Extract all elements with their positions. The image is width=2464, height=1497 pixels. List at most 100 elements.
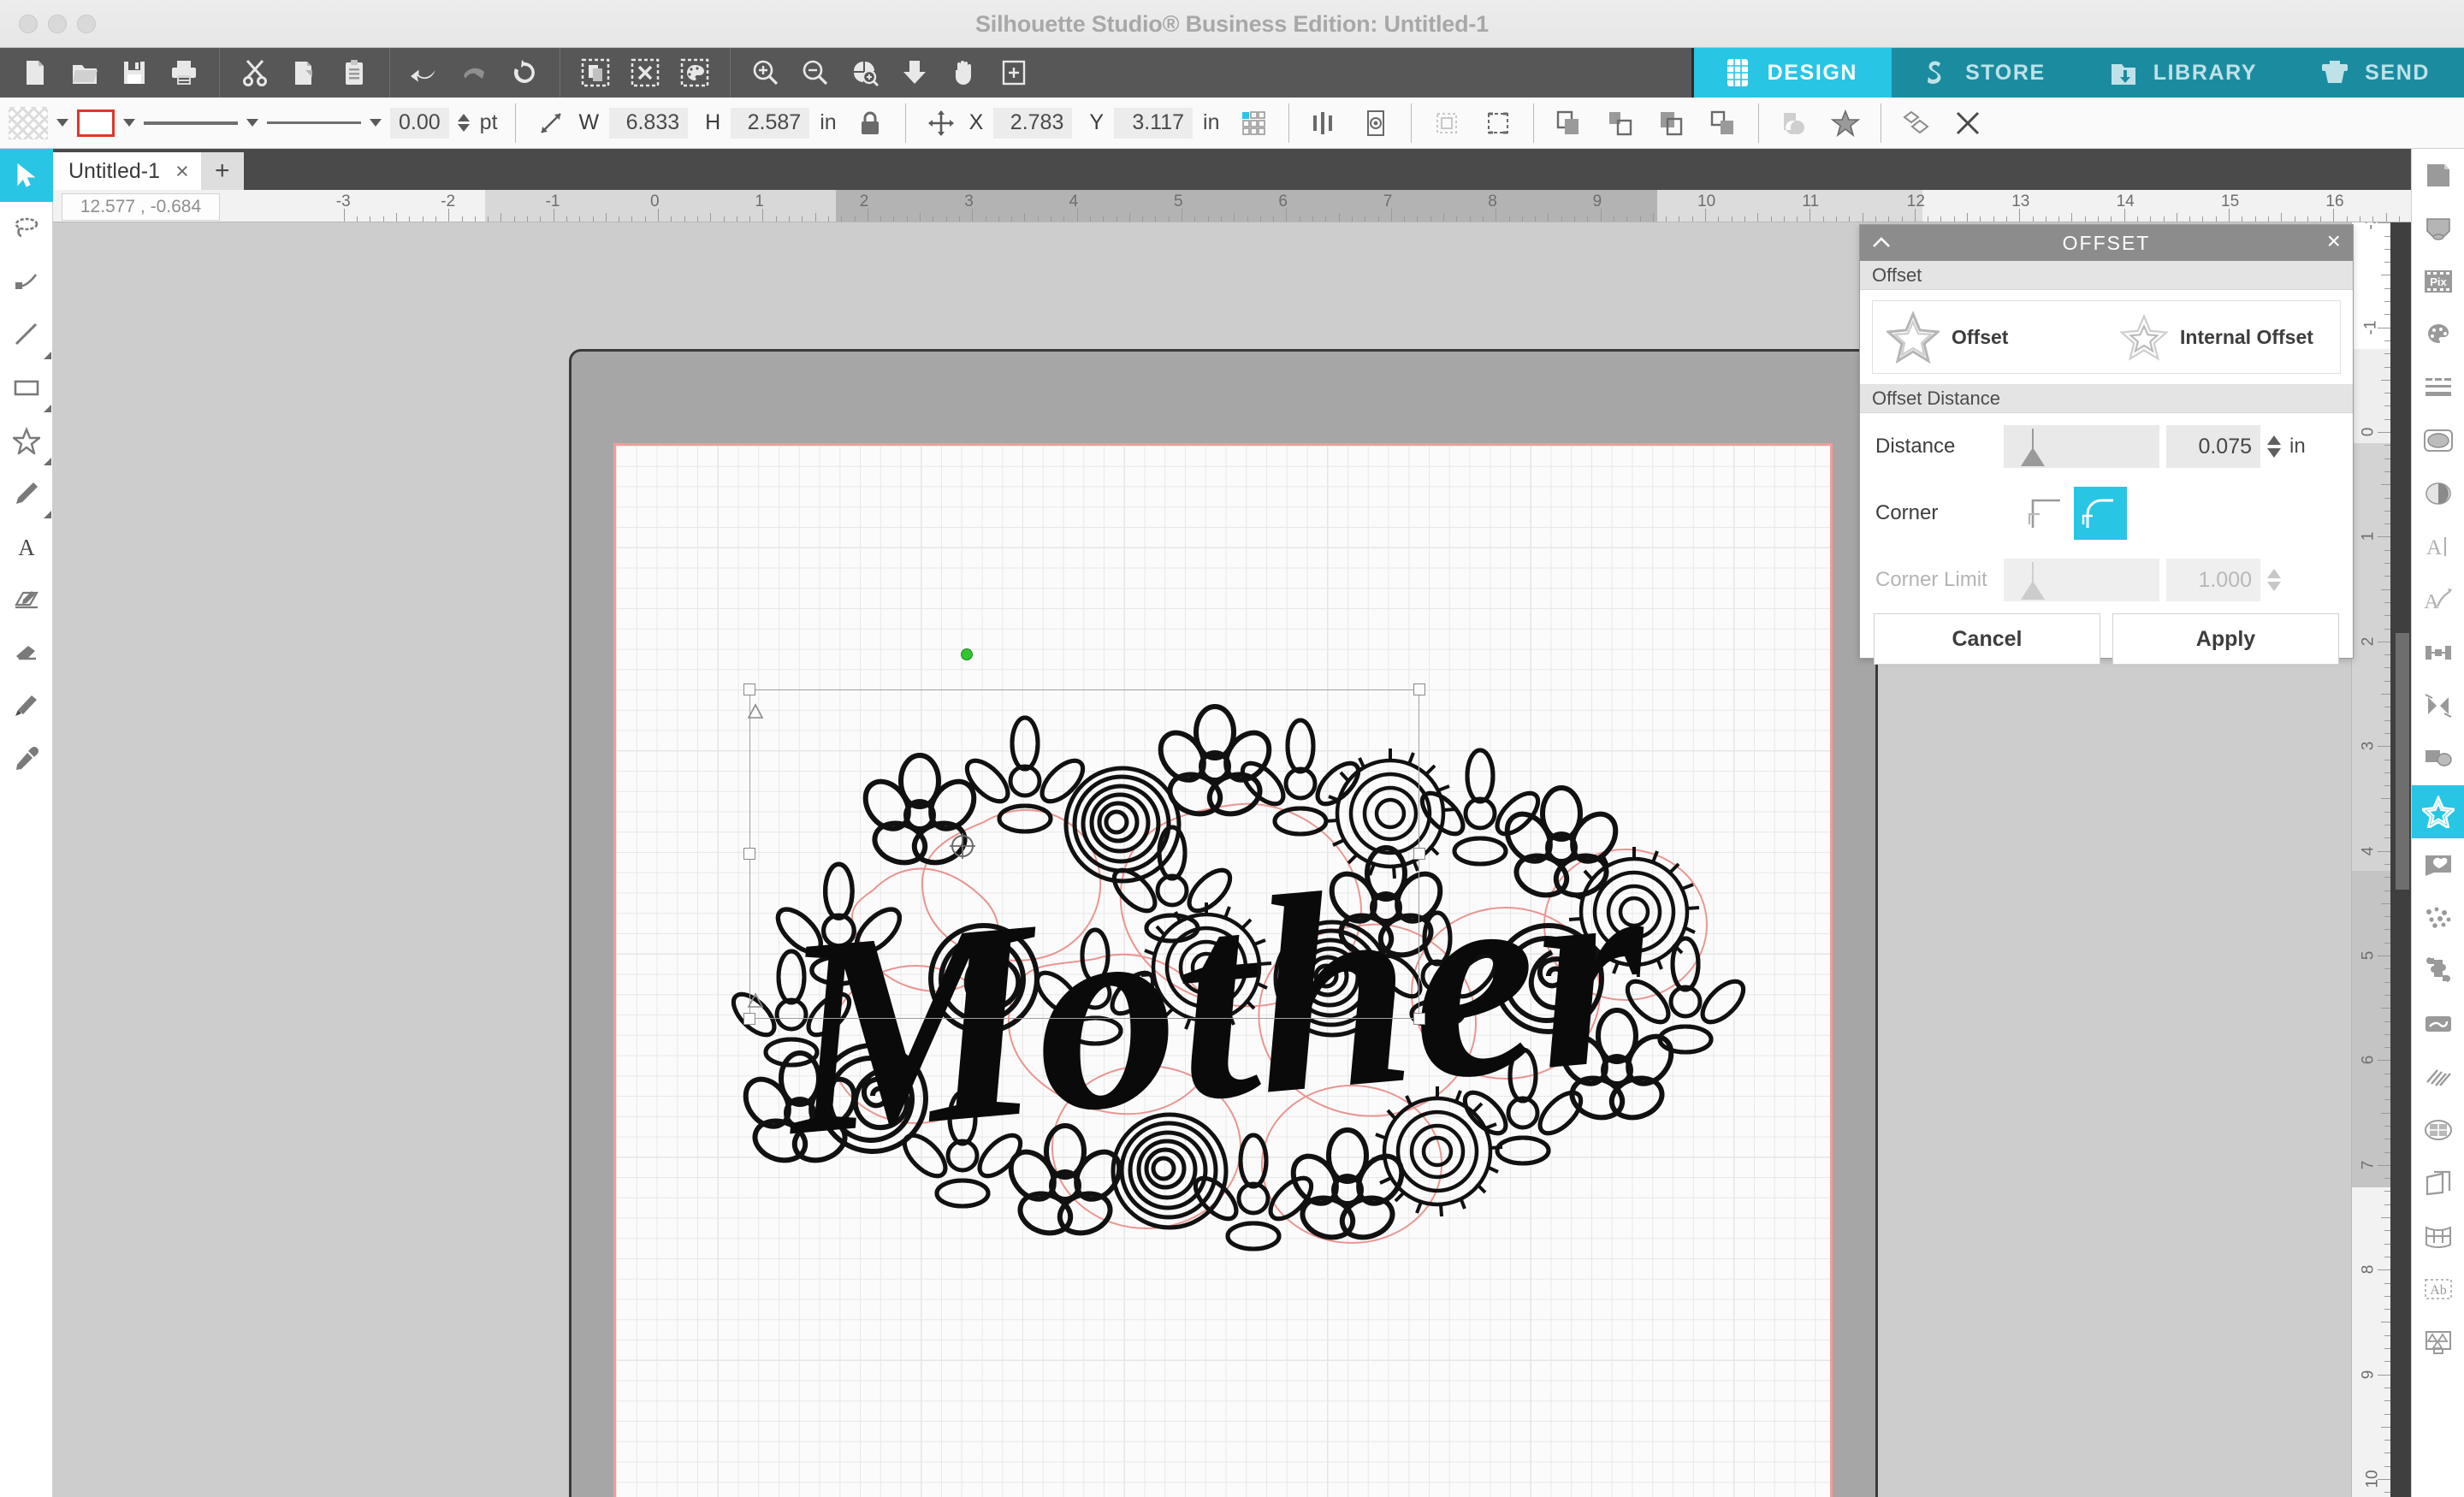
- line-style-dropdown-caret[interactable]: [246, 119, 258, 127]
- rotate-handle-nw[interactable]: [746, 702, 765, 721]
- align-icon[interactable]: [1301, 100, 1348, 146]
- fill-dropdown-caret[interactable]: [56, 119, 68, 127]
- text-style-panel-button[interactable]: A: [2412, 520, 2464, 573]
- line-weight-stepper[interactable]: [457, 114, 470, 132]
- zoom-in-button[interactable]: [741, 48, 791, 98]
- hatch-fill-panel-button[interactable]: [2412, 1050, 2464, 1104]
- zoom-out-button[interactable]: [791, 48, 840, 98]
- edit-points-tool[interactable]: [0, 255, 53, 308]
- reload-button[interactable]: [500, 48, 549, 98]
- select-tool[interactable]: [0, 149, 53, 202]
- selection-handle-e[interactable]: [1413, 848, 1425, 860]
- line-weight-dropdown-caret[interactable]: [370, 119, 382, 127]
- document-tab[interactable]: Untitled-1 ×: [53, 152, 201, 190]
- zoom-region-button[interactable]: [840, 48, 890, 98]
- tab-library[interactable]: LIBRARY: [2079, 48, 2292, 98]
- distance-slider[interactable]: [2004, 425, 2159, 468]
- modify-icon[interactable]: [1893, 100, 1940, 146]
- cancel-button[interactable]: Cancel: [1874, 613, 2100, 665]
- fill-color-swatch[interactable]: [9, 106, 48, 139]
- sketch-tool[interactable]: [0, 573, 53, 626]
- fit-to-page-button[interactable]: [890, 48, 939, 98]
- nesting-panel-button[interactable]: [2412, 891, 2464, 944]
- width-input[interactable]: 6.833: [609, 107, 689, 139]
- send-backward-icon[interactable]: [1700, 100, 1746, 146]
- redo-button[interactable]: [450, 48, 500, 98]
- anchor-grid-icon[interactable]: [1230, 100, 1276, 146]
- selection-handle-w[interactable]: [743, 848, 755, 860]
- close-icon[interactable]: ×: [175, 159, 189, 183]
- print-button[interactable]: [159, 48, 209, 98]
- height-input[interactable]: 2.587: [731, 107, 810, 139]
- vertical-scrollbar-thumb[interactable]: [2396, 633, 2409, 890]
- cut-button[interactable]: [230, 48, 280, 98]
- knife-tool[interactable]: [0, 679, 53, 732]
- text-on-path-panel-button[interactable]: A: [2412, 573, 2464, 626]
- bring-to-front-icon[interactable]: [1546, 100, 1592, 146]
- offset-mode-button[interactable]: Offset: [1873, 311, 2106, 364]
- gradient-panel-button[interactable]: [2412, 467, 2464, 520]
- select-all-button[interactable]: [571, 48, 620, 98]
- line-weight-preview[interactable]: [267, 112, 361, 134]
- eyedropper-tool[interactable]: [0, 732, 53, 785]
- fit-window-button[interactable]: [989, 48, 1039, 98]
- send-to-back-icon[interactable]: [1649, 100, 1695, 146]
- pan-button[interactable]: [939, 48, 989, 98]
- offset-panel-button[interactable]: [2412, 785, 2464, 838]
- internal-offset-mode-button[interactable]: Internal Offset: [2106, 313, 2340, 361]
- group-icon[interactable]: [1424, 100, 1470, 146]
- draw-tool-submenu-caret[interactable]: [44, 511, 51, 518]
- offset-star-icon[interactable]: [1822, 100, 1869, 146]
- line-tool[interactable]: [0, 308, 53, 361]
- fill-panel-button[interactable]: [2412, 308, 2464, 361]
- line-style-panel-button[interactable]: [2412, 361, 2464, 414]
- print-bleed-panel-button[interactable]: [2412, 1104, 2464, 1157]
- sketch-panel-button[interactable]: [2412, 414, 2464, 467]
- text-tool[interactable]: A: [0, 520, 53, 573]
- paste-button[interactable]: [329, 48, 379, 98]
- align-panel-button[interactable]: [2412, 626, 2464, 679]
- shadow-panel-button[interactable]: [2412, 1157, 2464, 1210]
- deselect-all-button[interactable]: [620, 48, 670, 98]
- polygon-tool[interactable]: [0, 414, 53, 467]
- rotation-green-handle[interactable]: [961, 648, 973, 660]
- copy-button[interactable]: [280, 48, 329, 98]
- tab-send[interactable]: SEND: [2291, 48, 2464, 98]
- undo-button[interactable]: [400, 48, 450, 98]
- horizontal-ruler[interactable]: -3 -2 -1 0 1 2 3 4 5 6 7 8 9 10 11 12 13 14 15 16: [53, 190, 2413, 222]
- replicate-panel-button[interactable]: [2412, 732, 2464, 785]
- new-document-button[interactable]: [10, 48, 60, 98]
- pivot-point-icon[interactable]: [948, 831, 977, 861]
- distance-input[interactable]: 0.075: [2166, 425, 2260, 468]
- close-icon[interactable]: ×: [2327, 228, 2343, 254]
- save-document-button[interactable]: [110, 48, 159, 98]
- open-document-button[interactable]: [60, 48, 110, 98]
- vertical-ruler[interactable]: -2 -1 0 1 2 3 4 5 6 7 8 9 10: [2351, 222, 2390, 1497]
- ungroup-icon[interactable]: [1475, 100, 1521, 146]
- line-color-dropdown-caret[interactable]: [123, 119, 135, 127]
- pivot-center-icon[interactable]: [1353, 100, 1399, 146]
- select-by-color-button[interactable]: [670, 48, 720, 98]
- draw-tool[interactable]: [0, 467, 53, 520]
- scale-diagonal-icon[interactable]: [528, 100, 574, 146]
- tab-design[interactable]: DESIGN: [1691, 48, 1892, 98]
- conditional-panel-button[interactable]: Ab: [2412, 1263, 2464, 1316]
- tab-store[interactable]: STORE: [1892, 48, 2080, 98]
- line-tool-submenu-caret[interactable]: [44, 352, 51, 359]
- rectangle-tool[interactable]: [0, 361, 53, 414]
- y-input[interactable]: 3.117: [1114, 107, 1194, 139]
- lock-aspect-icon[interactable]: [847, 100, 893, 146]
- release-compound-icon[interactable]: [1945, 100, 1991, 146]
- line-style-preview[interactable]: [144, 112, 238, 134]
- weld-icon[interactable]: [1771, 100, 1817, 146]
- cut-settings-panel-button[interactable]: [2412, 202, 2464, 255]
- warp-panel-button[interactable]: [2412, 1210, 2464, 1263]
- rounded-corner-button[interactable]: [2074, 487, 2127, 540]
- rectangle-tool-submenu-caret[interactable]: [44, 405, 51, 412]
- rhinestone-panel-button[interactable]: [2412, 997, 2464, 1050]
- offset-panel[interactable]: OFFSET × Offset Offset Internal Offset O…: [1859, 224, 2354, 665]
- selection-handle-se[interactable]: [1413, 1013, 1425, 1025]
- pixscan-panel-button[interactable]: Pix: [2412, 255, 2464, 308]
- line-weight-input[interactable]: 0.00: [390, 107, 449, 139]
- collapse-chevron-up-icon[interactable]: [1870, 232, 1892, 254]
